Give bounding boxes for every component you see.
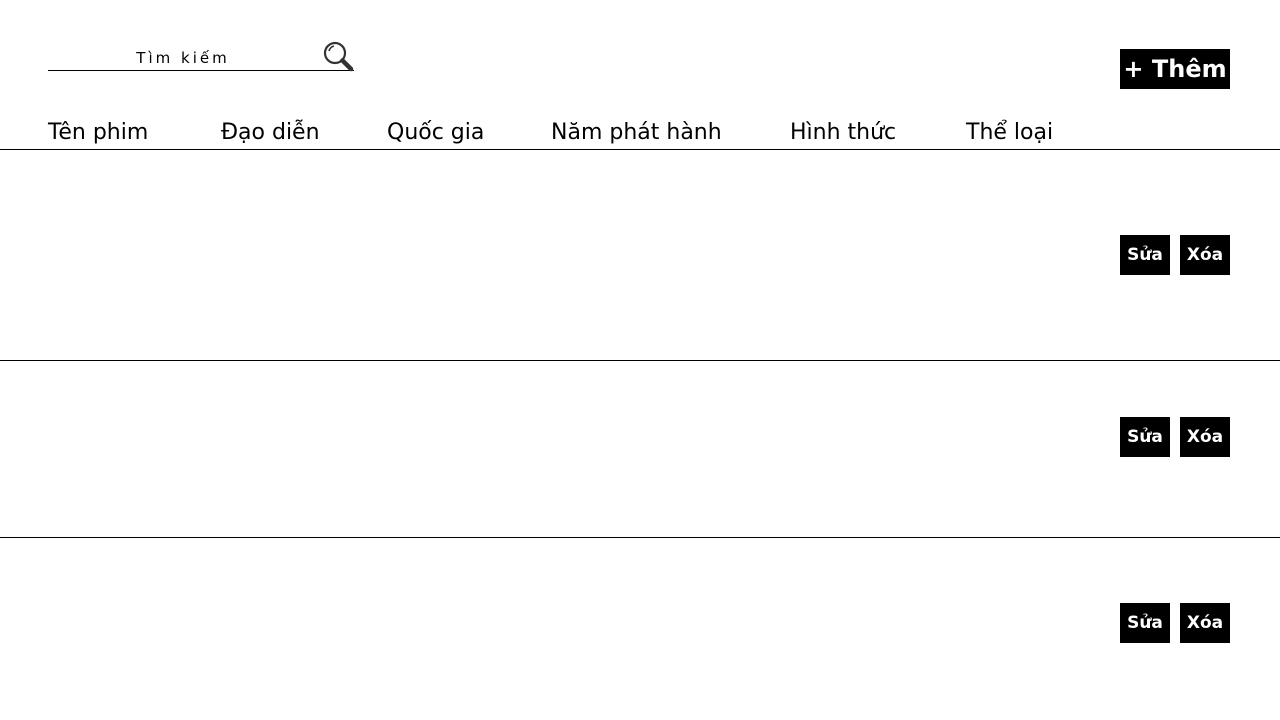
page: + Thêm Tên phim Đạo diễn Quốc gia Năm ph… [0,0,1280,720]
column-header-release-year: Năm phát hành [551,120,722,145]
add-button[interactable]: + Thêm [1120,49,1230,89]
edit-button[interactable]: Sửa [1120,417,1170,457]
search-bar [48,38,354,72]
search-input[interactable] [48,46,318,70]
search-icon[interactable] [322,40,354,72]
delete-button[interactable]: Xóa [1180,603,1230,643]
delete-button[interactable]: Xóa [1180,417,1230,457]
table-header: Tên phim Đạo diễn Quốc gia Năm phát hành… [0,118,1280,150]
edit-button[interactable]: Sửa [1120,603,1170,643]
table-row: Sửa Xóa [0,361,1280,538]
column-header-format: Hình thức [790,120,897,145]
delete-button[interactable]: Xóa [1180,235,1230,275]
column-header-title: Tên phim [48,120,149,145]
table-row: Sửa Xóa [0,150,1280,361]
column-header-country: Quốc gia [387,120,485,145]
edit-button[interactable]: Sửa [1120,235,1170,275]
table-row: Sửa Xóa [0,538,1280,720]
column-header-director: Đạo diễn [221,120,320,145]
column-header-genre: Thể loại [966,120,1054,145]
